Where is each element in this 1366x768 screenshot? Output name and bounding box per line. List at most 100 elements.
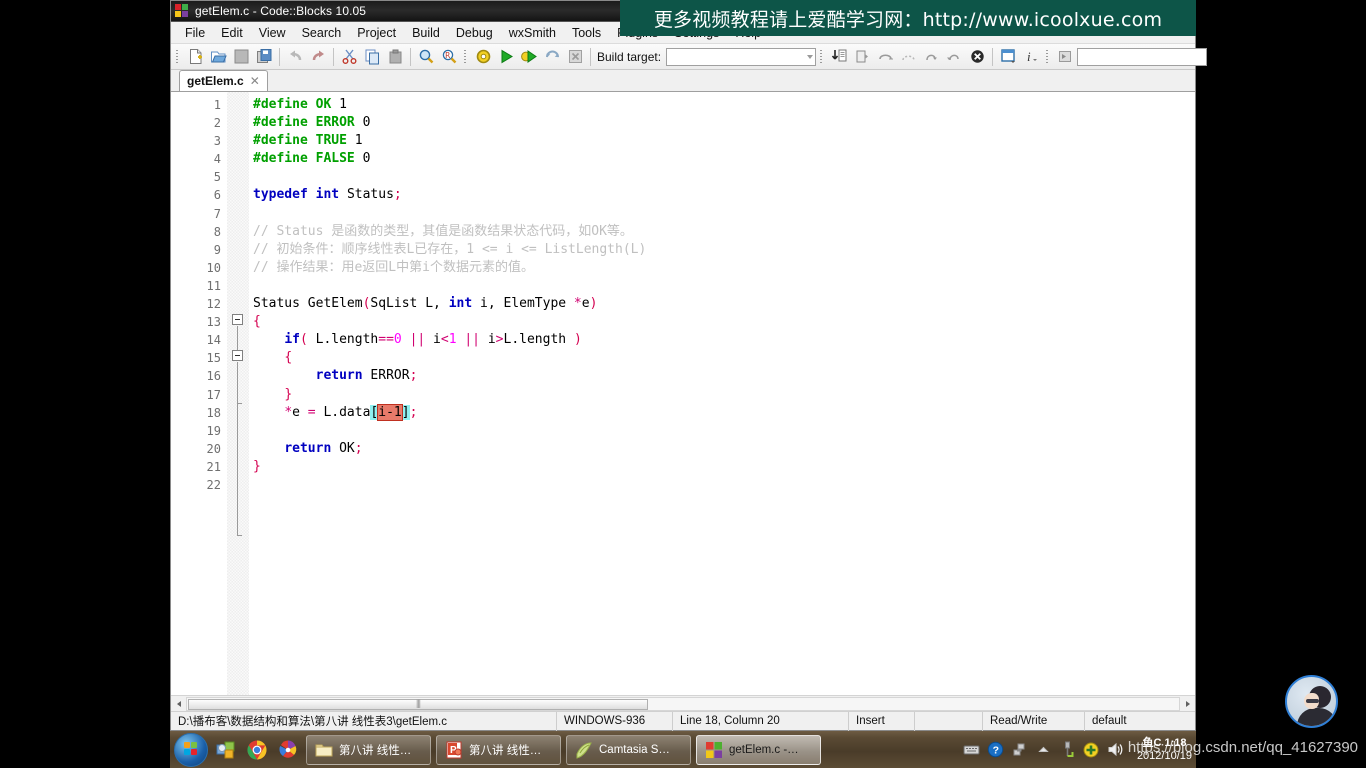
help-icon[interactable]: ?	[987, 741, 1004, 758]
code-line[interactable]: Status GetElem(SqList L, int i, ElemType…	[253, 295, 1195, 313]
copy-icon[interactable]	[361, 46, 383, 68]
build-and-run-icon[interactable]	[518, 46, 540, 68]
code-line[interactable]: typedef int Status;	[253, 186, 1195, 204]
menu-file[interactable]: File	[177, 24, 213, 42]
code-line[interactable]: #define ERROR 0	[253, 114, 1195, 132]
save-all-icon[interactable]	[253, 46, 275, 68]
debug-windows-icon[interactable]	[997, 46, 1019, 68]
debug-run-to-cursor-icon[interactable]	[851, 46, 873, 68]
code-line[interactable]: *e = L.data[i-1];	[253, 403, 1195, 422]
toolbar-grip[interactable]	[819, 48, 825, 66]
code-line[interactable]: #define FALSE 0	[253, 150, 1195, 168]
code-token: 1	[448, 332, 457, 348]
scroll-right-icon[interactable]	[1180, 696, 1195, 711]
code-token: *	[573, 296, 582, 312]
code-line[interactable]: // 操作结果：用e返回L中第i个数据元素的值。	[253, 259, 1195, 277]
usb-icon[interactable]	[1059, 741, 1076, 758]
redo-icon[interactable]	[307, 46, 329, 68]
fold-margin[interactable]	[227, 92, 249, 695]
pinwheel-icon[interactable]	[275, 737, 301, 763]
open-file-icon[interactable]	[207, 46, 229, 68]
source-editor[interactable]: 1 2 3 4 5 6 7 8 9 10 11 12 13 14 15 16 17 18 19 20 21 22 #def…	[171, 92, 1195, 695]
menu-wxsmith[interactable]: wxSmith	[501, 24, 564, 42]
code-token: #define	[253, 115, 316, 131]
debug-next-line-icon[interactable]	[874, 46, 896, 68]
toolbar-grip[interactable]	[175, 48, 181, 66]
abort-icon[interactable]	[564, 46, 586, 68]
line-number: 12	[206, 297, 221, 312]
debug-step-into-icon[interactable]	[897, 46, 919, 68]
code-line[interactable]	[253, 422, 1195, 440]
build-icon[interactable]	[472, 46, 494, 68]
show-hidden-icons-icon[interactable]	[1035, 741, 1052, 758]
line-number: 5	[213, 170, 221, 185]
debug-evaluate-icon[interactable]	[1054, 46, 1076, 68]
code-line[interactable]: return OK;	[253, 440, 1195, 458]
security-shield-icon[interactable]	[1083, 741, 1100, 758]
code-line[interactable]	[253, 476, 1195, 494]
code-line[interactable]: #define OK 1	[253, 96, 1195, 114]
code-line[interactable]: if( L.length==0 || i<1 || i>L.length )	[253, 331, 1195, 349]
new-file-icon[interactable]	[184, 46, 206, 68]
taskbar-item-codeblocks[interactable]: getElem.c -…	[696, 734, 821, 765]
replace-icon[interactable]: R	[438, 46, 460, 68]
screen: getElem.c - Code::Blocks 10.05 File Edit…	[0, 0, 1366, 768]
taskbar-item-folder[interactable]: 第八讲 线性…	[306, 734, 431, 765]
debug-stop-icon[interactable]	[966, 46, 988, 68]
network-icon[interactable]	[1011, 741, 1028, 758]
taskbar-item-powerpoint[interactable]: P 第八讲 线性…	[436, 734, 561, 765]
code-line[interactable]: #define TRUE 1	[253, 132, 1195, 150]
code-text[interactable]: #define OK 1 #define ERROR 0 #define TRUE …	[249, 92, 1195, 695]
code-line[interactable]: }	[253, 386, 1195, 404]
debug-step-out-icon[interactable]	[920, 46, 942, 68]
code-line[interactable]: // Status 是函数的类型，其值是函数结果状态代码，如OK等。	[253, 223, 1195, 241]
menu-edit[interactable]: Edit	[213, 24, 251, 42]
code-line[interactable]	[253, 168, 1195, 186]
paste-icon[interactable]	[384, 46, 406, 68]
code-line[interactable]	[253, 277, 1195, 295]
code-line[interactable]: }	[253, 458, 1195, 476]
fold-toggle-15[interactable]	[232, 350, 243, 361]
run-icon[interactable]	[495, 46, 517, 68]
scrollbar-thumb[interactable]	[188, 698, 648, 710]
save-file-icon[interactable]	[230, 46, 252, 68]
menu-debug[interactable]: Debug	[448, 24, 501, 42]
cut-icon[interactable]	[338, 46, 360, 68]
debug-info-icon[interactable]: i	[1020, 46, 1042, 68]
debug-next-instruction-icon[interactable]	[943, 46, 965, 68]
rebuild-icon[interactable]	[541, 46, 563, 68]
windows-start-icon[interactable]	[174, 732, 208, 767]
menu-build[interactable]: Build	[404, 24, 448, 42]
scrollbar-track[interactable]	[186, 696, 1180, 711]
horizontal-scrollbar[interactable]	[171, 695, 1195, 711]
menu-search[interactable]: Search	[294, 24, 350, 42]
code-line[interactable]: {	[253, 313, 1195, 331]
volume-icon[interactable]	[1107, 741, 1124, 758]
menu-tools[interactable]: Tools	[564, 24, 609, 42]
line-number: 8	[213, 224, 221, 239]
debug-continue-icon[interactable]	[828, 46, 850, 68]
keyboard-icon[interactable]	[963, 741, 980, 758]
line-number: 1	[213, 98, 221, 112]
find-icon[interactable]	[415, 46, 437, 68]
chrome-icon[interactable]	[244, 737, 270, 763]
tab-getelem-c[interactable]: getElem.c ✕	[179, 70, 268, 91]
code-line[interactable]: // 初始条件：顺序线性表L已存在，1 <= i <= ListLength(L…	[253, 241, 1195, 259]
build-target-combo[interactable]	[666, 47, 817, 66]
code-line[interactable]: return ERROR;	[253, 367, 1195, 385]
fold-toggle-13[interactable]	[232, 314, 243, 325]
code-line[interactable]	[253, 205, 1195, 223]
undo-icon[interactable]	[284, 46, 306, 68]
windows-taskbar: 第八讲 线性… P 第八讲 线性… Camtasia S… getElem.c …	[170, 731, 1196, 768]
menu-view[interactable]: View	[251, 24, 294, 42]
fold-tick	[237, 535, 242, 536]
close-icon[interactable]: ✕	[250, 74, 260, 88]
taskbar-item-camtasia[interactable]: Camtasia S…	[566, 734, 691, 765]
toolbar-grip[interactable]	[1045, 48, 1051, 66]
code-line[interactable]: {	[253, 349, 1195, 367]
menu-project[interactable]: Project	[349, 24, 404, 42]
debug-expression-input[interactable]	[1077, 47, 1208, 66]
scroll-left-icon[interactable]	[171, 696, 186, 711]
toolbar-grip[interactable]	[463, 48, 469, 66]
show-desktop-icon[interactable]	[213, 737, 239, 763]
